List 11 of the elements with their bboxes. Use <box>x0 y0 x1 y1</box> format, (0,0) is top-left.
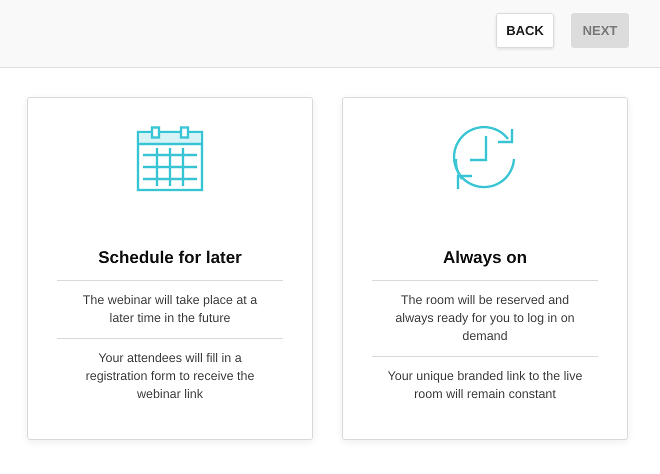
card-description: Your unique branded link to the live room will remain constant <box>372 356 598 414</box>
option-card[interactable]: Schedule for later The webinar will take place at a later time in the future Your attendees will fill in a registration form to receive the webinar link <box>27 97 313 440</box>
card-title: Schedule for later <box>98 248 242 269</box>
card-description: Your attendees will fill in a registration form to receive the webinar link <box>57 338 283 414</box>
calendar-icon <box>136 126 204 192</box>
option-card[interactable]: Always on The room will be reserved and always ready for you to log in on demand Your unique branded link to the live room will remain constant <box>342 97 628 440</box>
back-button[interactable]: BACK <box>496 13 554 48</box>
card-title: Always on <box>442 248 528 269</box>
card-description: The webinar will take place at a later time in the future <box>57 280 283 338</box>
clock-icon <box>452 126 518 192</box>
card-description: The room will be reserved and always ready for you to log in on demand <box>372 280 598 356</box>
